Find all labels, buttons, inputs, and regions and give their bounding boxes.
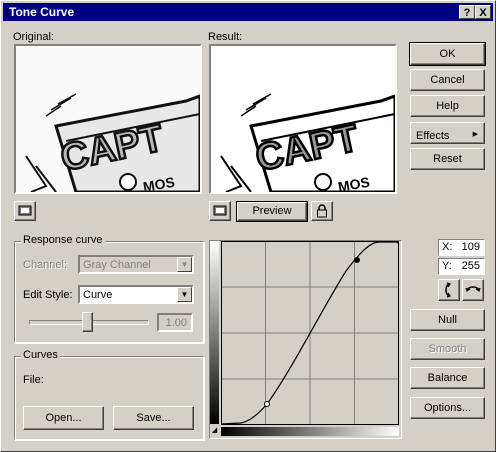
vertical-gradient-bar — [210, 241, 219, 424]
cancel-button[interactable]: Cancel — [410, 69, 485, 91]
y-coordinate-field: Y: 255 — [438, 258, 485, 275]
edit-style-label: Edit Style: — [23, 289, 73, 301]
x-value: 109 — [461, 241, 480, 253]
swap-horizontal-icon — [465, 286, 481, 292]
swap-vertical-icon — [445, 282, 451, 298]
original-view-button[interactable] — [14, 201, 36, 221]
file-label: File: — [23, 374, 44, 386]
channel-label: Channel: — [23, 259, 68, 271]
close-title-button[interactable]: X — [475, 5, 491, 19]
monitor-icon — [213, 205, 227, 216]
horizontal-gradient-bar — [221, 427, 399, 436]
flip-horizontal-button[interactable] — [462, 279, 484, 301]
monitor-icon — [18, 205, 32, 216]
tension-value: 1.00 — [165, 317, 187, 329]
curves-label: Curves — [21, 349, 60, 361]
curve-point[interactable] — [264, 401, 270, 407]
x-coordinate-field: X: 109 — [438, 239, 485, 256]
reset-button[interactable]: Reset — [410, 148, 485, 170]
smooth-button: Smooth — [410, 338, 485, 360]
save-button[interactable]: Save... — [113, 406, 194, 430]
edit-style-value: Curve — [83, 289, 113, 301]
help-button[interactable]: Help — [410, 95, 485, 117]
balance-button[interactable]: Balance — [410, 367, 485, 389]
original-preview: CAPT MOS — [14, 44, 202, 194]
channel-select[interactable]: Gray Channel ▼ — [78, 255, 194, 274]
tension-field: 1.00 — [157, 313, 193, 332]
original-label: Original: — [13, 31, 54, 43]
lock-icon — [317, 204, 327, 218]
title-bar: Tone Curve ? X — [3, 3, 493, 21]
tone-curve-graph[interactable] — [221, 241, 399, 425]
flip-vertical-button[interactable] — [438, 279, 460, 301]
channel-value: Gray Channel — [83, 259, 151, 271]
response-curve-label: Response curve — [21, 234, 105, 246]
effects-label: Effects — [416, 130, 450, 142]
y-label: Y: — [442, 260, 452, 272]
right-arrow-icon: ▶ — [472, 131, 478, 138]
ok-button[interactable]: OK — [409, 42, 486, 66]
options-button[interactable]: Options... — [410, 397, 485, 419]
dialog-title: Tone Curve — [9, 5, 75, 19]
result-preview: CAPT MOS — [209, 44, 397, 194]
effects-button[interactable]: Effects ▶ — [410, 122, 485, 144]
lock-button[interactable] — [311, 201, 333, 221]
tension-slider-thumb[interactable] — [82, 312, 93, 332]
edit-style-select[interactable]: Curve ▼ — [78, 285, 194, 304]
result-view-button[interactable] — [209, 201, 231, 221]
help-title-button[interactable]: ? — [459, 5, 475, 19]
y-value: 255 — [461, 260, 480, 272]
null-button[interactable]: Null — [410, 309, 485, 331]
curve-point-selected[interactable] — [354, 257, 360, 263]
open-button[interactable]: Open... — [23, 406, 104, 430]
preview-button[interactable]: Preview — [236, 201, 308, 222]
x-label: X: — [442, 241, 453, 253]
corner-arrow-icon[interactable]: ◢ — [210, 426, 219, 436]
tone-curve-dialog: Tone Curve ? X Original: Result: CAPT MO… — [0, 0, 496, 452]
original-comic-image: CAPT MOS — [16, 46, 200, 192]
chevron-down-icon[interactable]: ▼ — [177, 287, 192, 302]
result-label: Result: — [208, 31, 243, 43]
result-comic-image: CAPT MOS — [211, 46, 395, 192]
chevron-down-icon: ▼ — [177, 257, 192, 272]
